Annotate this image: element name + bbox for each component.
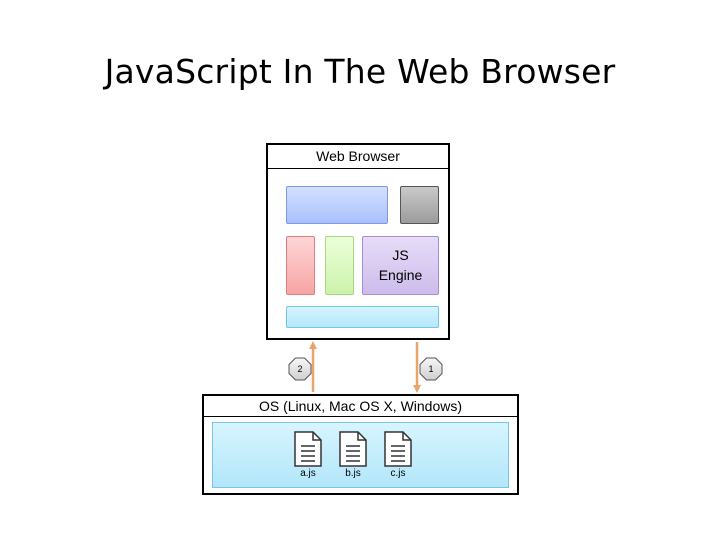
- file-system-area: a.js b.js c.js: [212, 422, 509, 488]
- file-label-a-js: a.js: [300, 468, 316, 479]
- document-icon: [339, 431, 367, 467]
- document-icon: [294, 431, 322, 467]
- document-icon: [384, 431, 412, 467]
- file-c-js: c.js: [380, 431, 416, 480]
- step-number-1: 1: [428, 364, 434, 374]
- step-badge-1: 1: [419, 357, 443, 381]
- step-number-2: 2: [297, 364, 303, 374]
- file-a-js: a.js: [290, 431, 326, 480]
- os-box: OS (Linux, Mac OS X, Windows) a.js b.js …: [202, 394, 519, 495]
- file-label-c-js: c.js: [390, 468, 406, 479]
- step-badge-2: 2: [288, 357, 312, 381]
- file-b-js: b.js: [335, 431, 371, 480]
- file-label-b-js: b.js: [345, 468, 361, 479]
- os-title: OS (Linux, Mac OS X, Windows): [204, 396, 517, 417]
